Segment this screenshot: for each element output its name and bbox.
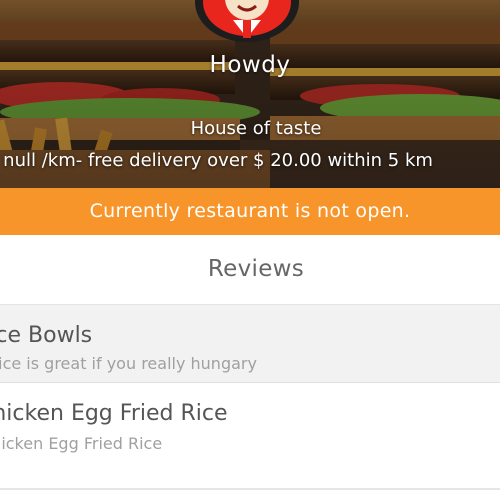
chef-mascot-logo-icon bbox=[195, 0, 299, 42]
reviews-section-header: Reviews bbox=[0, 235, 500, 305]
delivery-info: $ null /km- free delivery over $ 20.00 w… bbox=[0, 150, 433, 171]
divider bbox=[0, 488, 500, 490]
review-item[interactable]: Rice Bowls Rice is great if you really h… bbox=[0, 305, 500, 382]
restaurant-hero: Howdy House of taste $ null /km- free de… bbox=[0, 0, 500, 188]
restaurant-tagline: House of taste bbox=[190, 118, 322, 139]
review-item[interactable]: Chicken Egg Fried Rice Chicken Egg Fried… bbox=[0, 383, 500, 463]
review-text: Rice is great if you really hungary bbox=[0, 354, 257, 373]
reviews-title: Reviews bbox=[207, 256, 305, 282]
restaurant-screen: Howdy House of taste $ null /km- free de… bbox=[0, 0, 500, 500]
restaurant-name: Howdy bbox=[209, 52, 291, 78]
review-title: Rice Bowls bbox=[0, 323, 93, 348]
restaurant-closed-banner: Currently restaurant is not open. bbox=[0, 188, 500, 235]
review-text: Chicken Egg Fried Rice bbox=[0, 434, 163, 453]
review-title: Chicken Egg Fried Rice bbox=[0, 401, 228, 426]
